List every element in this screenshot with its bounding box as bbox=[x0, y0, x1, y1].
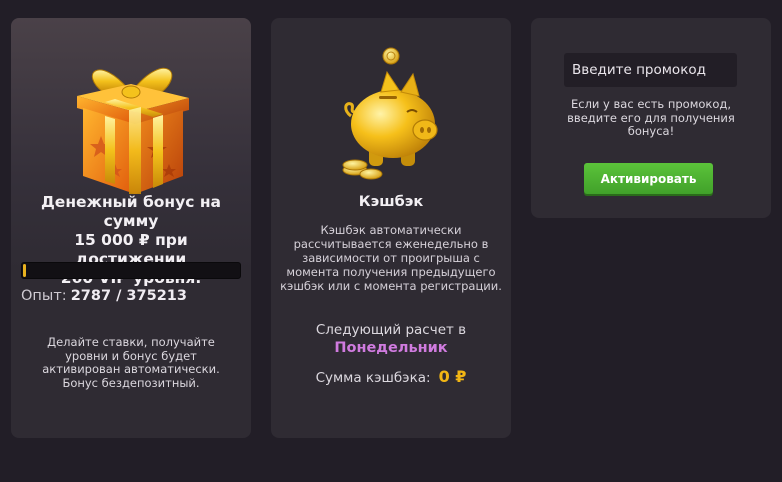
cashback-sum-row: Сумма кэшбэка: 0 ₽ bbox=[271, 367, 511, 386]
bonus-description: Делайте ставки, получайте уровни и бонус… bbox=[42, 335, 220, 390]
promo-code-hint: Если у вас есть промокод, введите его дл… bbox=[567, 97, 735, 138]
cashback-description: Кэшбэк автоматически рассчитывается ежен… bbox=[280, 223, 502, 293]
experience-value: 2787 / 375213 bbox=[70, 288, 187, 304]
bonus-title-line: Денежный бонус на сумму bbox=[41, 193, 221, 230]
gift-box-icon bbox=[77, 67, 189, 194]
cashback-card: Кэшбэк Кэшбэк автоматически рассчитывает… bbox=[271, 18, 511, 438]
next-calculation-day: Понедельник bbox=[334, 340, 448, 356]
vip-progress-bar bbox=[21, 262, 241, 279]
piggy-bank-icon bbox=[342, 47, 438, 180]
experience-row: Опыт: 2787 / 375213 bbox=[21, 288, 187, 304]
experience-label: Опыт: bbox=[21, 288, 67, 304]
vip-bonus-card: Денежный бонус на сумму 15 000 ₽ при дос… bbox=[11, 18, 251, 438]
promo-code-card: Если у вас есть промокод, введите его дл… bbox=[531, 18, 771, 218]
cashback-title: Кэшбэк bbox=[358, 194, 424, 210]
cashback-sum-value: 0 ₽ bbox=[438, 367, 467, 386]
cashback-sum-label: Сумма кэшбэка: bbox=[315, 370, 431, 386]
vip-progress-fill bbox=[23, 264, 26, 277]
promo-code-input[interactable] bbox=[564, 53, 737, 87]
next-calculation-label: Следующий расчет в bbox=[315, 322, 467, 338]
activate-button[interactable]: Активировать bbox=[584, 163, 713, 194]
